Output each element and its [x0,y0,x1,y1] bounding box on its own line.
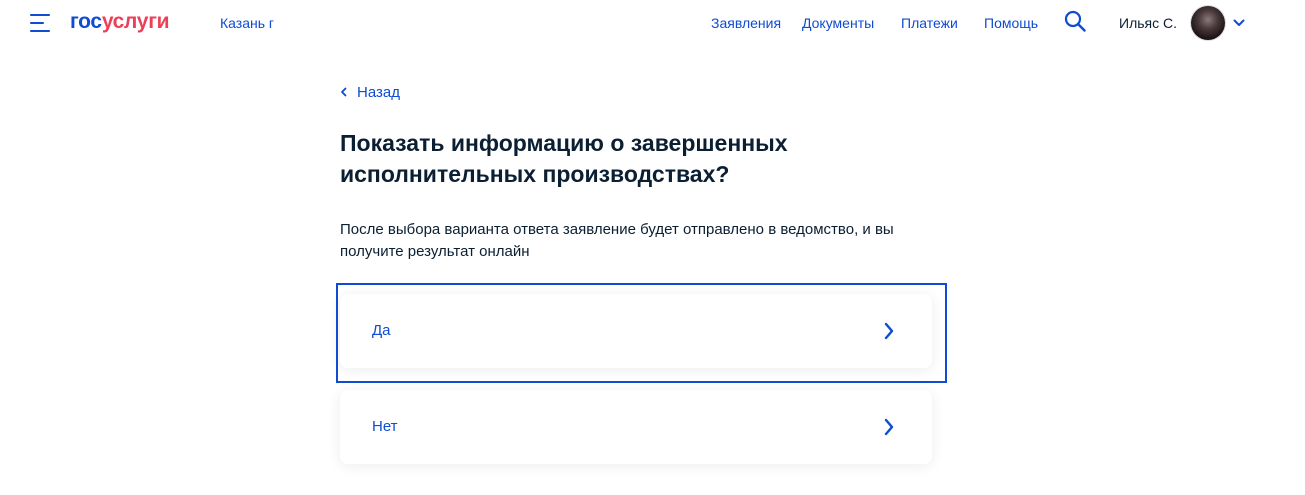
header: госуслуги Казань г Заявления Документы П… [0,0,1305,46]
back-link[interactable]: Назад [340,83,400,101]
chevron-right-icon [884,322,894,340]
chevron-down-icon[interactable] [1233,18,1245,28]
back-label: Назад [357,83,400,101]
nav-help[interactable]: Помощь [984,15,1038,31]
menu-icon[interactable] [30,14,50,32]
option-no-label: Нет [372,418,398,435]
logo-part-uslugi: услуги [101,10,170,33]
user-name[interactable]: Ильяс С. [1119,15,1177,31]
nav-documents[interactable]: Документы [802,15,874,31]
option-no[interactable]: Нет [340,390,932,464]
option-yes[interactable]: Да [340,294,932,368]
logo[interactable]: госуслуги [70,10,170,34]
city-selector[interactable]: Казань г [220,15,274,31]
logo-part-gos: гос [70,10,102,33]
chevron-right-icon [884,418,894,436]
avatar[interactable] [1191,6,1225,40]
page-description: После выбора варианта ответа заявление б… [340,221,894,260]
chevron-left-icon [341,87,347,97]
page-title: Показать информацию о завершенных исполн… [340,130,788,187]
nav-applications[interactable]: Заявления [711,15,781,31]
search-icon[interactable] [1064,10,1086,32]
nav-payments[interactable]: Платежи [901,15,958,31]
option-yes-label: Да [372,322,391,339]
